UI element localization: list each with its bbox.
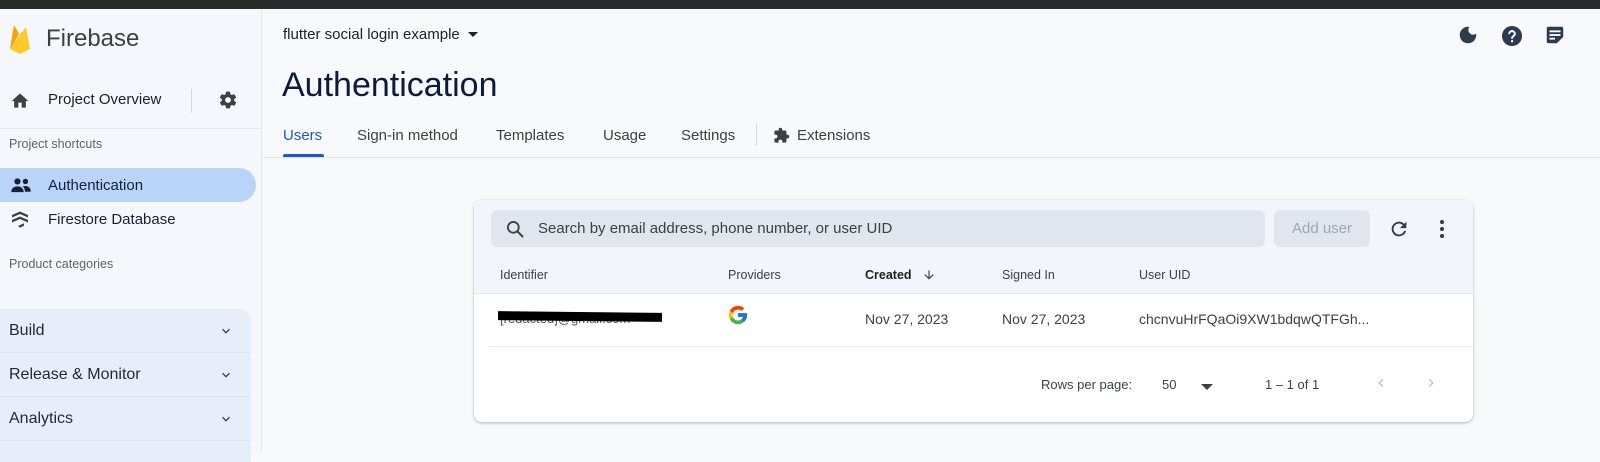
chevron-right-icon[interactable] — [1423, 375, 1439, 391]
tab-templates[interactable]: Templates — [496, 127, 564, 144]
table-row[interactable]: [redacted]@gmail.com Nov 27, 2023 Nov 27… — [489, 294, 1473, 347]
refresh-icon[interactable] — [1388, 218, 1410, 240]
redaction-bar — [498, 311, 662, 322]
project-overview-row: Project Overview — [0, 73, 262, 129]
brand-name: Firebase — [46, 25, 140, 52]
category-build[interactable]: Build — [0, 309, 251, 353]
notes-icon[interactable] — [1544, 24, 1566, 46]
created-cell: Nov 27, 2023 — [865, 311, 949, 327]
column-header-created[interactable]: Created — [865, 268, 936, 282]
tab-label: Extensions — [797, 127, 871, 144]
project-selector[interactable]: flutter social login example — [283, 26, 478, 43]
page-range: 1 – 1 of 1 — [1265, 377, 1320, 392]
caret-down-icon[interactable] — [1201, 384, 1213, 390]
sidebar-item-label: Authentication — [48, 177, 144, 194]
column-header-user-uid: User UID — [1139, 268, 1191, 282]
dark-mode-icon[interactable] — [1457, 24, 1479, 46]
tab-bar: Users Sign-in method Templates Usage Set… — [262, 121, 1600, 158]
sidebar: Firebase Project Overview Project shortc… — [0, 9, 262, 462]
rows-per-page-label: Rows per page: — [1041, 377, 1133, 392]
tab-extensions[interactable]: Extensions — [773, 127, 870, 144]
divider — [191, 89, 192, 113]
sidebar-item-firestore-database[interactable]: Firestore Database — [0, 202, 256, 236]
product-categories-panel: Build Release & Monitor Analytics — [0, 309, 251, 462]
firestore-icon — [12, 211, 28, 228]
more-vert-icon[interactable] — [1434, 218, 1450, 240]
add-user-button[interactable]: Add user — [1274, 210, 1370, 247]
category-release-monitor[interactable]: Release & Monitor — [0, 353, 251, 397]
chevron-down-icon — [222, 328, 230, 334]
category-analytics[interactable]: Analytics — [0, 397, 251, 441]
category-label: Analytics — [9, 410, 74, 427]
category-label: Build — [9, 322, 45, 339]
chevron-left-icon[interactable] — [1373, 375, 1389, 391]
sidebar-item-authentication[interactable]: Authentication — [0, 168, 256, 202]
users-card: Search by email address, phone number, o… — [474, 200, 1473, 422]
column-header-signed-in: Signed In — [1002, 268, 1055, 282]
identifier-cell: [redacted]@gmail.com — [498, 308, 662, 328]
user-uid-cell: chcnvuHrFQaOi9XW1bdqwQTFGh... — [1139, 311, 1370, 327]
extensions-icon — [774, 127, 790, 143]
firebase-brand[interactable]: Firebase — [8, 23, 139, 55]
active-tab-indicator — [283, 154, 324, 157]
tab-usage[interactable]: Usage — [603, 127, 646, 144]
signed-in-cell: Nov 27, 2023 — [1002, 311, 1086, 327]
window-top-bar — [0, 0, 1600, 9]
tab-settings[interactable]: Settings — [681, 127, 735, 144]
google-provider-icon — [728, 305, 748, 325]
tab-divider — [756, 124, 757, 146]
page-title: Authentication — [282, 66, 498, 104]
sidebar-item-label: Firestore Database — [48, 211, 176, 228]
tab-sign-in-method[interactable]: Sign-in method — [357, 127, 458, 144]
project-name: flutter social login example — [283, 26, 460, 43]
main-content: flutter social login example Authenticat… — [262, 9, 1600, 453]
column-header-label: Created — [865, 268, 912, 282]
home-icon[interactable] — [10, 91, 30, 111]
search-placeholder: Search by email address, phone number, o… — [538, 220, 893, 237]
search-input[interactable]: Search by email address, phone number, o… — [491, 210, 1265, 247]
categories-title: Product categories — [9, 257, 114, 271]
people-icon — [11, 178, 31, 193]
shortcuts-title: Project shortcuts — [9, 137, 103, 151]
project-overview-link[interactable]: Project Overview — [48, 91, 161, 108]
sort-arrow-down-icon — [923, 270, 934, 280]
gear-icon[interactable] — [218, 90, 238, 110]
rows-per-page-select[interactable]: 50 — [1162, 377, 1176, 392]
caret-down-icon — [467, 32, 478, 37]
category-label: Release & Monitor — [9, 366, 141, 383]
chevron-down-icon — [222, 372, 230, 378]
firebase-logo-icon — [10, 25, 30, 54]
column-header-identifier: Identifier — [500, 268, 548, 282]
column-header-providers: Providers — [728, 268, 781, 282]
search-icon — [507, 221, 524, 238]
chevron-down-icon — [222, 416, 230, 422]
tab-users[interactable]: Users — [283, 127, 322, 144]
help-icon[interactable] — [1500, 24, 1524, 48]
